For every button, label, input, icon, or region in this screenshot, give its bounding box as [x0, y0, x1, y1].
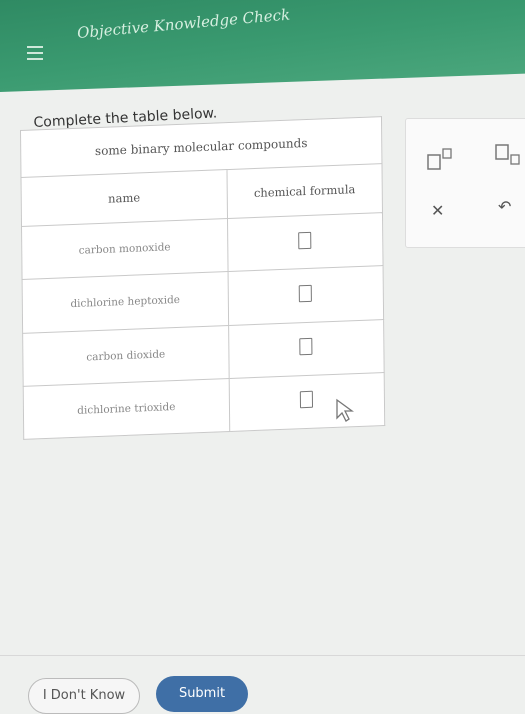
math-toolbar: ✕ ↶: [405, 118, 525, 248]
compound-name: dichlorine trioxide: [23, 378, 230, 440]
footer-divider: [0, 655, 525, 656]
formula-input[interactable]: [300, 391, 314, 409]
formula-input[interactable]: [299, 337, 313, 356]
column-header-formula: chemical formula: [226, 163, 383, 219]
submit-button[interactable]: Submit: [156, 676, 248, 712]
undo-icon[interactable]: ↶: [498, 197, 511, 216]
cursor-icon: [336, 398, 354, 422]
compound-name: dichlorine heptoxide: [22, 271, 229, 333]
superscript-icon[interactable]: [426, 147, 456, 171]
formula-input[interactable]: [299, 284, 313, 303]
compounds-table: some binary molecular compounds name che…: [20, 116, 386, 440]
menu-icon[interactable]: [20, 38, 50, 68]
subscript-icon[interactable]: [494, 143, 524, 167]
dont-know-button[interactable]: I Don't Know: [28, 678, 140, 714]
clear-icon[interactable]: ✕: [431, 201, 444, 220]
compound-name: carbon monoxide: [21, 218, 228, 280]
compound-name: carbon dioxide: [22, 325, 229, 387]
column-header-name: name: [20, 169, 228, 227]
formula-input[interactable]: [298, 231, 312, 249]
